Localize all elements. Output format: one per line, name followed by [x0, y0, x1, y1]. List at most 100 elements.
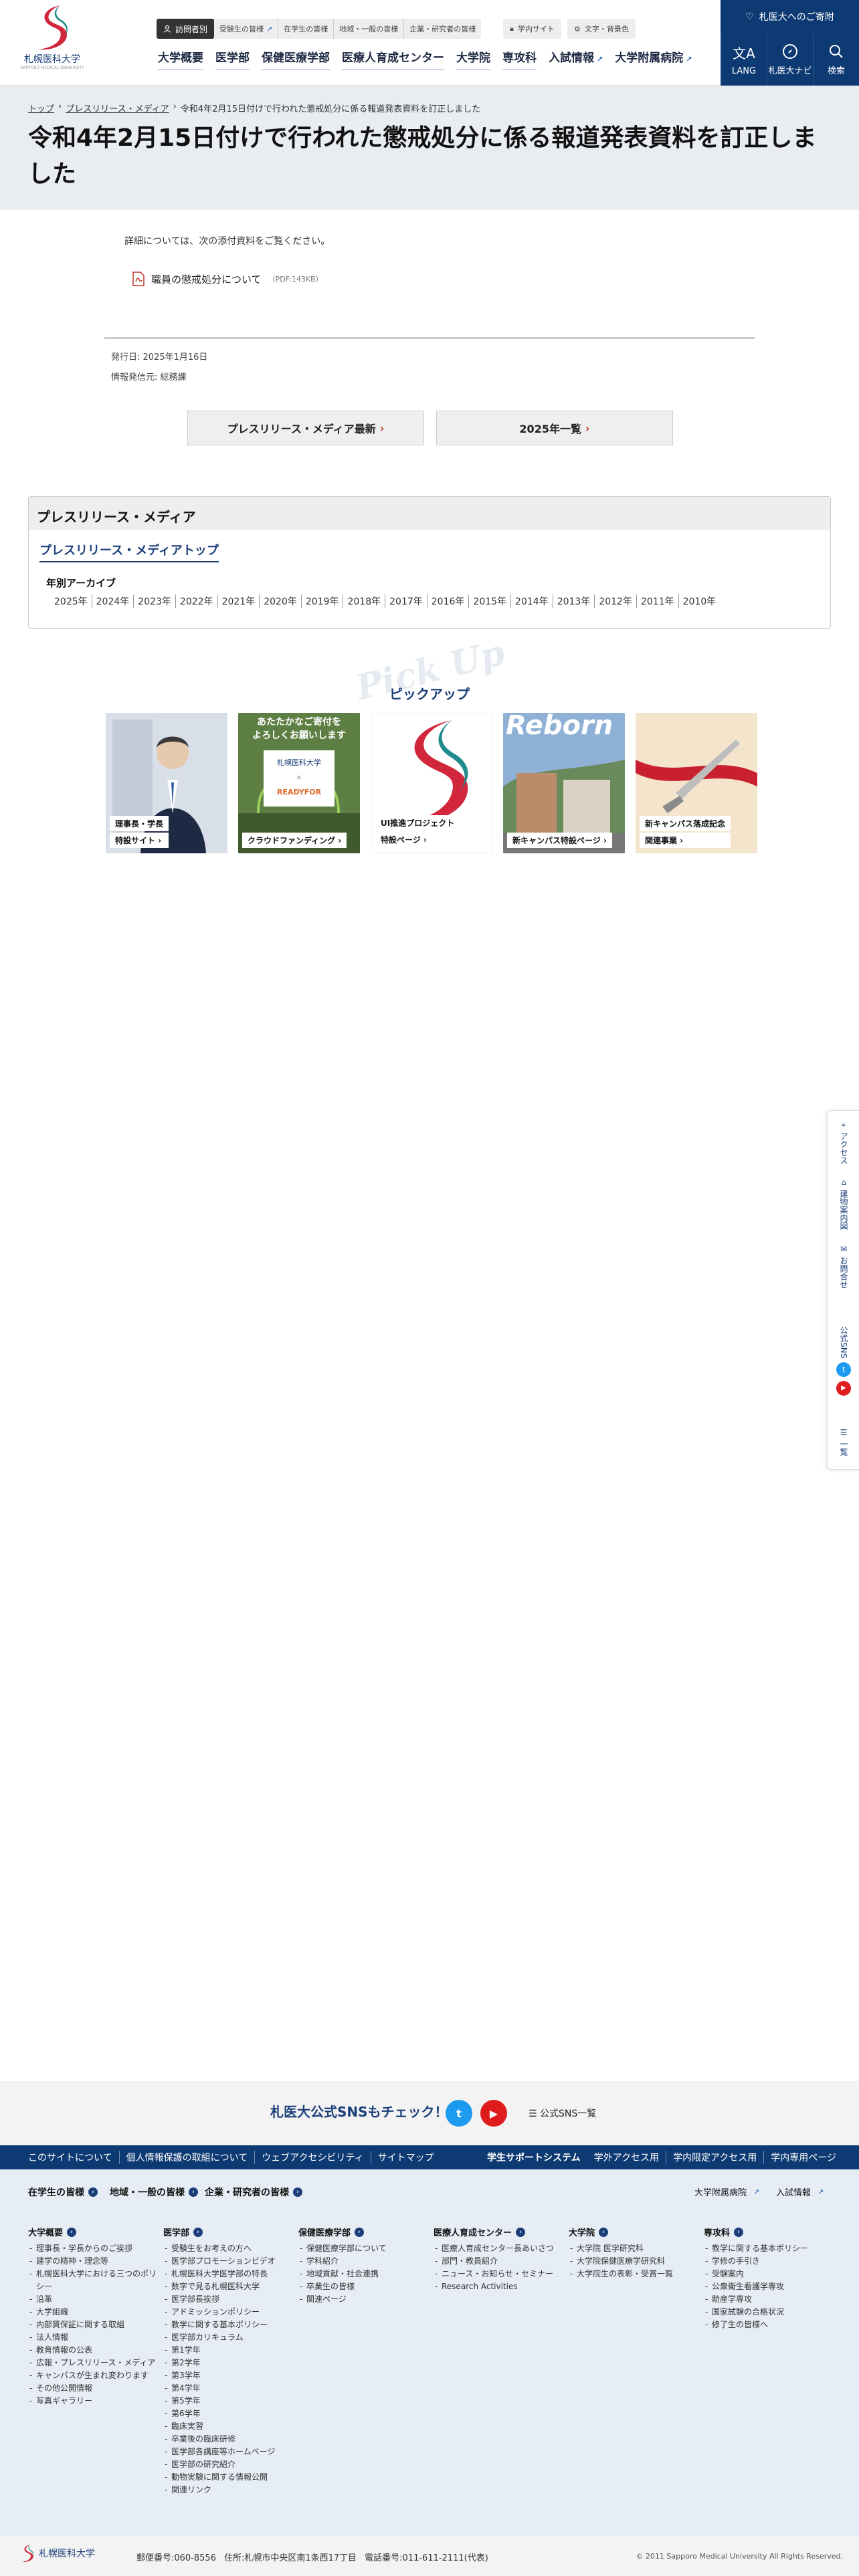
youtube-icon[interactable]: ▶: [480, 2100, 507, 2127]
year-link[interactable]: 2018年: [343, 595, 385, 608]
footer-hospital-link[interactable]: 大学附属病院 ↗: [694, 2185, 759, 2198]
sitemap-item[interactable]: 公衆衛生看護学専攻: [704, 2280, 838, 2293]
year-link[interactable]: 2012年: [594, 595, 636, 608]
sitemap-item[interactable]: 札幌医科大学における三つのポリシー: [28, 2268, 162, 2293]
year-link[interactable]: 2014年: [510, 595, 553, 608]
access-tab[interactable]: ⌖ アクセス: [828, 1120, 859, 1164]
campus-site-button[interactable]: 🔒︎ 学内サイト: [503, 19, 561, 39]
youtube-icon[interactable]: ▶: [836, 1381, 851, 1396]
sitemap-item[interactable]: 動物実験に関する情報公開: [163, 2471, 297, 2484]
sitemap-item[interactable]: 医学部プロモーションビデオ: [163, 2255, 297, 2268]
sns-list-link[interactable]: ☰ 公式SNS一覧: [529, 2107, 596, 2120]
sitemap-item[interactable]: 第2学年: [163, 2357, 297, 2369]
sitemap-item[interactable]: 保健医療学部について: [298, 2242, 432, 2255]
sitemap-item[interactable]: 受験案内: [704, 2268, 838, 2280]
sitemap-item[interactable]: 国家試験の合格状況: [704, 2306, 838, 2319]
sitemap-item[interactable]: 医学部各講座等ホームページ: [163, 2446, 297, 2458]
sitemap-item[interactable]: 法人情報: [28, 2331, 162, 2344]
sitemap-item[interactable]: 学修の手引き: [704, 2255, 838, 2268]
year-link[interactable]: 2016年: [426, 595, 469, 608]
nav-admissions[interactable]: 入試情報 ↗: [549, 48, 603, 70]
lang-button[interactable]: 文A LANG: [721, 33, 767, 86]
sitemap-heading[interactable]: 大学院 ›: [569, 2226, 702, 2238]
sitemap-item[interactable]: 広報・プレスリリース・メディア: [28, 2357, 162, 2369]
sitemap-item[interactable]: 助産学専攻: [704, 2293, 838, 2306]
footer-link[interactable]: このサイトについて: [21, 2151, 120, 2164]
nav-advanced-course[interactable]: 専攻科: [502, 48, 537, 70]
sitemap-item[interactable]: 内部質保証に関する取組: [28, 2319, 162, 2331]
footer-admissions-link[interactable]: 入試情報 ↗: [776, 2185, 824, 2198]
sitemap-item[interactable]: キャンパスが生まれ変わります: [28, 2369, 162, 2382]
footer-logo[interactable]: 札幌医科大学: [20, 2544, 95, 2563]
donate-button[interactable]: ♡ 札医大へのご寄附: [721, 0, 859, 33]
target-community[interactable]: 地域・一般の皆様: [334, 19, 405, 39]
sitemap-item[interactable]: 関連ページ: [298, 2293, 432, 2306]
sitemap-heading[interactable]: 専攻科 ›: [704, 2226, 838, 2238]
sitemap-item[interactable]: 大学院 医学研究科: [569, 2242, 702, 2255]
sitemap-item[interactable]: 教育情報の公表: [28, 2344, 162, 2357]
sitemap-item[interactable]: 大学院生の表彰・受賞一覧: [569, 2268, 702, 2280]
year-list-button[interactable]: 2025年一覧 ›: [436, 411, 673, 445]
footer-link[interactable]: 個人情報保護の取組について: [120, 2151, 256, 2164]
sitemap-item[interactable]: Research Activities: [434, 2280, 567, 2293]
sitemap-item[interactable]: 大学組織: [28, 2306, 162, 2319]
sitemap-item[interactable]: 学科紹介: [298, 2255, 432, 2268]
sitemap-item[interactable]: 札幌医科大学医学部の特長: [163, 2268, 297, 2280]
search-button[interactable]: 検索: [813, 33, 859, 86]
year-link[interactable]: 2011年: [636, 595, 678, 608]
sitemap-item[interactable]: アドミッションポリシー: [163, 2306, 297, 2319]
sitemap-item[interactable]: 地域貢献・社会連携: [298, 2268, 432, 2280]
sitemap-item[interactable]: 医学部カリキュラム: [163, 2331, 297, 2344]
year-link[interactable]: 2010年: [678, 595, 721, 608]
breadcrumb-press[interactable]: プレスリリース・メディア: [66, 102, 169, 114]
nav-hospital[interactable]: 大学附属病院 ↗: [615, 48, 692, 70]
pdf-attachment-link[interactable]: 職員の懲戒処分について （PDF:143KB）: [132, 272, 323, 286]
press-latest-button[interactable]: プレスリリース・メディア最新 ›: [187, 411, 424, 445]
footer-link[interactable]: 学内専用ページ: [764, 2151, 843, 2164]
sitemap-heading[interactable]: 保健医療学部 ›: [298, 2226, 432, 2238]
breadcrumb-top[interactable]: トップ: [28, 102, 54, 114]
sitemap-item[interactable]: 写真ギャラリー: [28, 2395, 162, 2407]
sitemap-heading[interactable]: 医療人育成センター ›: [434, 2226, 567, 2238]
sitemap-item[interactable]: 教学に関する基本ポリシー: [704, 2242, 838, 2255]
footer-link[interactable]: 学外アクセス用: [587, 2151, 666, 2164]
sitemap-item[interactable]: その他公開情報: [28, 2382, 162, 2395]
target-students[interactable]: 在学生の皆様: [278, 19, 335, 39]
nav-about[interactable]: 大学概要: [158, 48, 203, 70]
sitemap-item[interactable]: 第5学年: [163, 2395, 297, 2407]
list-tab[interactable]: ☰ 一覧: [828, 1428, 859, 1456]
sitemap-item[interactable]: 大学院保健医療学研究科: [569, 2255, 702, 2268]
year-link[interactable]: 2020年: [259, 595, 301, 608]
sitemap-item[interactable]: 医療人育成センター長あいさつ: [434, 2242, 567, 2255]
sitemap-item[interactable]: 教学に関する基本ポリシー: [163, 2319, 297, 2331]
sitemap-item[interactable]: 受験生をお考えの方へ: [163, 2242, 297, 2255]
year-link[interactable]: 2013年: [552, 595, 595, 608]
year-link[interactable]: 2017年: [385, 595, 427, 608]
banner-campus-commemoration[interactable]: 新キャンパス落成記念 関連事業 ›: [636, 713, 757, 853]
year-link[interactable]: 2015年: [468, 595, 510, 608]
year-link[interactable]: 2025年: [54, 595, 92, 608]
banner-crowdfunding[interactable]: あたたかなご寄付を よろしくお願いします 札幌医科大学 × READYFOR ク…: [238, 713, 360, 853]
sitemap-item[interactable]: 関連リンク: [163, 2484, 297, 2496]
navi-button[interactable]: 札医大ナビ: [767, 33, 813, 86]
site-logo[interactable]: 札幌医科大学 SAPPORO MEDICAL UNIVERSITY: [19, 4, 84, 71]
sitemap-item[interactable]: 第1学年: [163, 2344, 297, 2357]
nav-medicine[interactable]: 医学部: [215, 48, 250, 70]
year-link[interactable]: 2021年: [217, 595, 260, 608]
sitemap-item[interactable]: 臨床実習: [163, 2420, 297, 2433]
sitemap-heading[interactable]: 医学部 ›: [163, 2226, 297, 2238]
target-applicants[interactable]: 受験生の皆様 ↗: [214, 19, 279, 39]
twitter-icon[interactable]: t: [836, 1362, 851, 1378]
sitemap-item[interactable]: 理事長・学長からのご挨拶: [28, 2242, 162, 2255]
year-link[interactable]: 2024年: [91, 595, 134, 608]
font-color-button[interactable]: ⚙ 文字・背景色: [567, 19, 636, 39]
contact-tab[interactable]: ✉ お問合せ: [828, 1245, 859, 1289]
sitemap-item[interactable]: 第4学年: [163, 2382, 297, 2395]
footer-target-link[interactable]: 在学生の皆様 ›: [28, 2185, 98, 2199]
student-support-link[interactable]: 学生サポートシステム: [480, 2151, 587, 2164]
sitemap-item[interactable]: 卒業後の臨床研修: [163, 2433, 297, 2446]
nav-education-center[interactable]: 医療人育成センター: [342, 48, 444, 70]
sitemap-heading[interactable]: 大学概要 ›: [28, 2226, 162, 2238]
building-map-tab[interactable]: ⌂ 建物案内図: [828, 1178, 859, 1230]
sitemap-item[interactable]: 建学の精神・理念等: [28, 2255, 162, 2268]
